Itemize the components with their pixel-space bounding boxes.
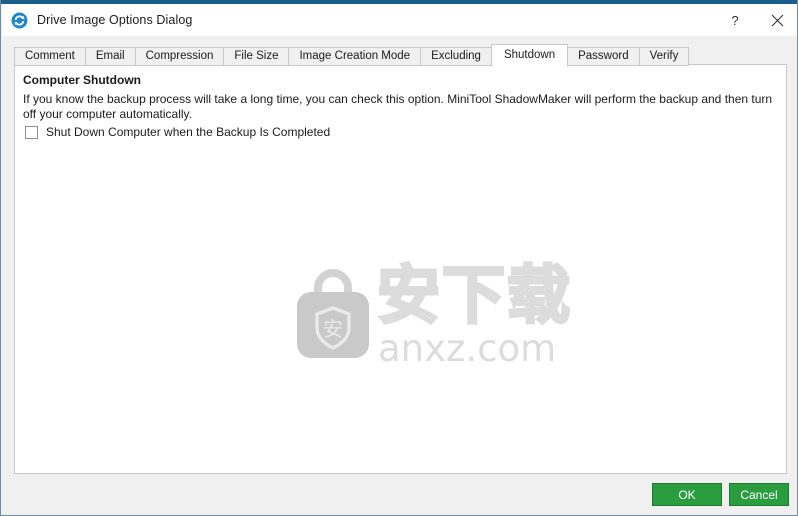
help-button[interactable]: ? — [714, 5, 756, 35]
tab-verify[interactable]: Verify — [638, 47, 690, 66]
help-icon: ? — [731, 12, 739, 28]
tab-comment[interactable]: Comment — [14, 47, 86, 66]
tab-email[interactable]: Email — [84, 47, 136, 66]
section-description: If you know the backup process will take… — [23, 92, 773, 121]
shutdown-checkbox-row[interactable]: Shut Down Computer when the Backup Is Co… — [25, 125, 330, 139]
cancel-button[interactable]: Cancel — [729, 483, 789, 506]
tab-label: Password — [578, 49, 629, 62]
tab-label: Excluding — [431, 49, 481, 62]
ok-button[interactable]: OK — [652, 483, 722, 506]
close-button[interactable] — [756, 5, 797, 35]
cancel-button-label: Cancel — [740, 487, 778, 502]
tab-excluding[interactable]: Excluding — [420, 47, 492, 66]
tab-password[interactable]: Password — [567, 47, 640, 66]
drive-image-options-dialog: Drive Image Options Dialog ? Comment Ema… — [0, 0, 798, 516]
tab-label: Email — [95, 49, 125, 62]
close-icon — [771, 14, 783, 26]
watermark-cn-text: 安下载 — [376, 259, 572, 332]
options-tab-bar[interactable]: Comment Email Compression File Size Imag… — [14, 44, 690, 67]
shutdown-tab-panel: Computer Shutdown If you know the backup… — [14, 64, 787, 474]
tab-label: Verify — [649, 49, 679, 62]
tab-label: Comment — [25, 49, 75, 62]
shutdown-checkbox[interactable] — [25, 125, 38, 139]
section-heading: Computer Shutdown — [23, 73, 141, 87]
watermark-url-text: anxz.com — [378, 327, 557, 370]
app-icon — [11, 12, 28, 28]
watermark-shield-glyph: 安 — [323, 317, 343, 341]
tab-compression[interactable]: Compression — [134, 47, 225, 66]
window-title: Drive Image Options Dialog — [37, 13, 193, 27]
watermark-bag-icon: 安 — [297, 269, 369, 358]
tab-file-size[interactable]: File Size — [223, 47, 290, 66]
shutdown-checkbox-label: Shut Down Computer when the Backup Is Co… — [46, 125, 331, 139]
tab-label: Shutdown — [503, 48, 556, 61]
tab-label: File Size — [234, 49, 279, 62]
tab-shutdown[interactable]: Shutdown — [490, 44, 569, 67]
title-bar: Drive Image Options Dialog ? — [2, 4, 797, 36]
tab-label: Compression — [145, 49, 214, 62]
dialog-footer: OK Cancel — [2, 475, 797, 515]
site-watermark: 安 安下载 anxz.com — [293, 263, 572, 368]
tab-image-creation-mode[interactable]: Image Creation Mode — [288, 47, 422, 66]
ok-button-label: OK — [678, 487, 696, 502]
tab-label: Image Creation Mode — [299, 49, 411, 62]
